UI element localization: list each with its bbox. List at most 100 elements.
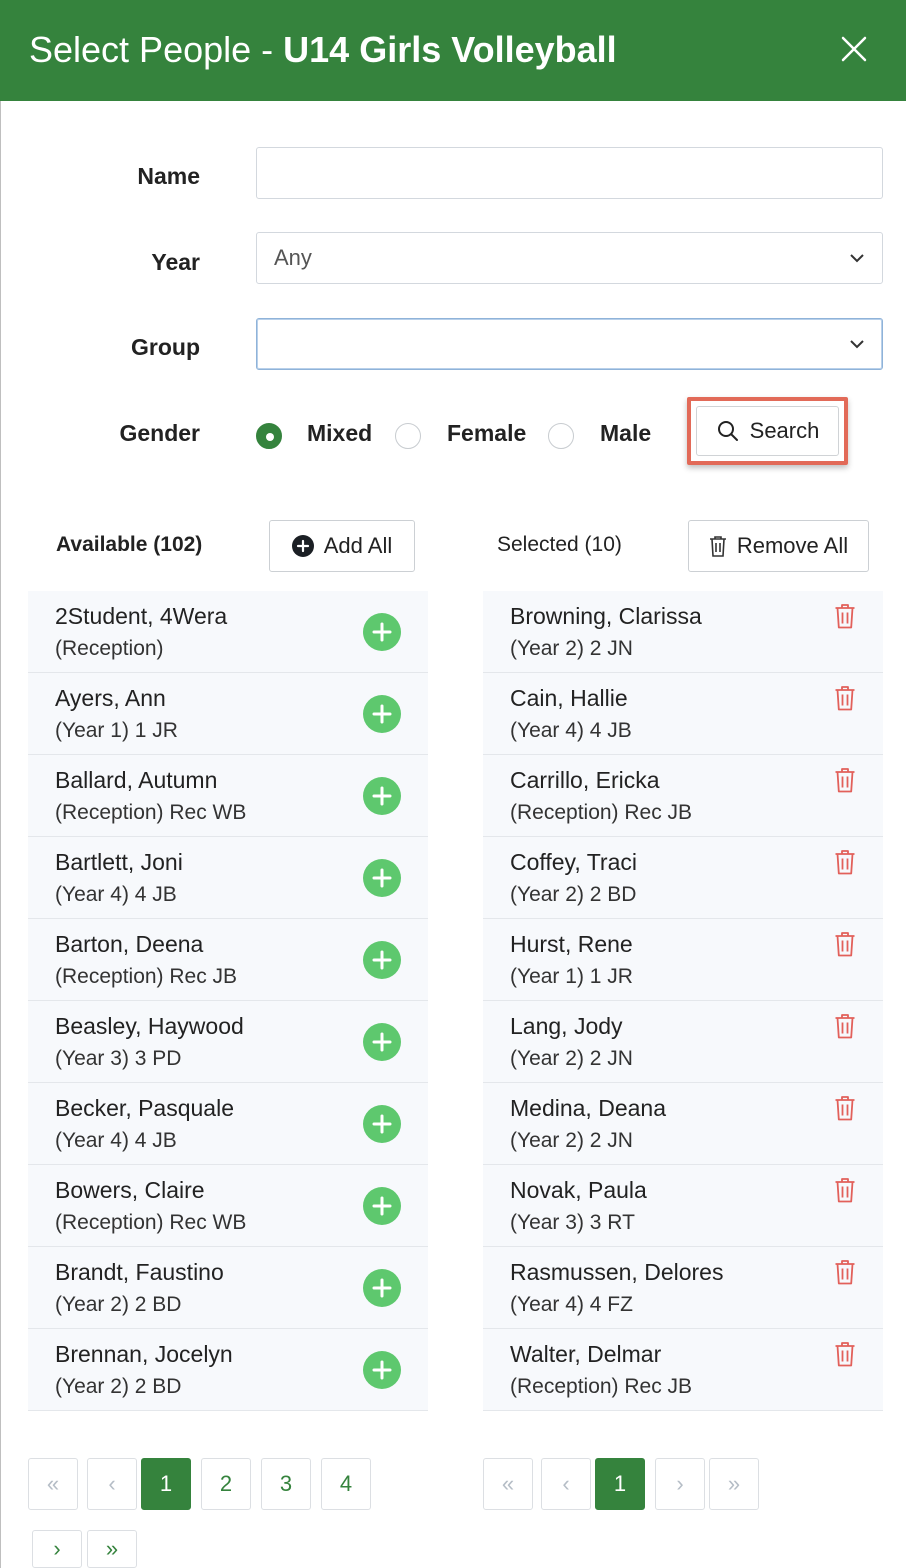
person-class: (Year 3) 3 PD — [55, 1047, 182, 1070]
trash-icon[interactable] — [834, 1095, 856, 1121]
remove-all-label: Remove All — [736, 533, 849, 558]
trash-icon[interactable] — [834, 603, 856, 629]
person-class: (Year 4) 4 FZ — [510, 1293, 633, 1316]
gender-label-male[interactable]: Male — [600, 420, 651, 447]
pager-page-button[interactable]: 4 — [321, 1458, 371, 1510]
trash-icon[interactable] — [834, 1177, 856, 1203]
list-item: Bartlett, Joni (Year 4) 4 JB — [28, 837, 428, 919]
list-item: Ayers, Ann (Year 1) 1 JR — [28, 673, 428, 755]
pager-last-button[interactable]: » — [87, 1530, 137, 1568]
pager-next-button[interactable]: › — [655, 1458, 705, 1510]
person-class: (Year 3) 3 RT — [510, 1211, 635, 1234]
person-class: (Year 2) 2 JN — [510, 1129, 633, 1152]
plus-circle-icon — [291, 535, 314, 557]
person-name: Rasmussen, Delores — [510, 1259, 724, 1285]
add-person-icon[interactable] — [363, 859, 401, 897]
person-name: Medina, Deana — [510, 1095, 666, 1121]
add-person-icon[interactable] — [363, 941, 401, 979]
person-name: Bartlett, Joni — [55, 849, 183, 875]
person-name: Novak, Paula — [510, 1177, 647, 1203]
person-name: Hurst, Rene — [510, 931, 633, 957]
pager-last-button[interactable]: » — [709, 1458, 759, 1510]
pager-page-button[interactable]: 3 — [261, 1458, 311, 1510]
gender-radio-mixed[interactable] — [256, 423, 282, 449]
person-class: (Year 1) 1 JR — [510, 965, 633, 988]
list-item: Bowers, Claire (Reception) Rec WB — [28, 1165, 428, 1247]
year-select-value: Any — [274, 245, 312, 270]
available-list: 2Student, 4Wera (Reception) Ayers, Ann (Yea… — [28, 591, 428, 1411]
person-class: (Reception) Rec WB — [55, 1211, 247, 1234]
search-icon — [717, 421, 738, 441]
pager-prev-button[interactable]: ‹ — [87, 1458, 137, 1510]
list-item: Ballard, Autumn (Reception) Rec WB — [28, 755, 428, 837]
dialog-title-prefix: Select People - — [29, 29, 284, 70]
trash-icon[interactable] — [834, 1259, 856, 1285]
add-person-icon[interactable] — [363, 695, 401, 733]
list-item: Hurst, Rene (Year 1) 1 JR — [483, 919, 883, 1001]
available-heading: Available (102) — [56, 533, 203, 556]
selected-list: Browning, Clarissa (Year 2) 2 JN Cain, Hal… — [483, 591, 883, 1411]
list-item: Barton, Deena (Reception) Rec JB — [28, 919, 428, 1001]
person-name: Walter, Delmar — [510, 1341, 662, 1367]
add-person-icon[interactable] — [363, 777, 401, 815]
pager-first-button[interactable]: « — [28, 1458, 78, 1510]
add-person-icon[interactable] — [363, 613, 401, 651]
person-class: (Reception) Rec JB — [55, 965, 238, 988]
person-class: (Year 1) 1 JR — [55, 719, 178, 742]
trash-icon[interactable] — [834, 931, 856, 957]
add-person-icon[interactable] — [363, 1023, 401, 1061]
person-class: (Year 2) 2 JN — [510, 1047, 633, 1070]
chevron-down-icon — [850, 254, 864, 263]
person-class: (Year 4) 4 JB — [55, 883, 177, 906]
trash-icon[interactable] — [834, 1013, 856, 1039]
person-name: Ballard, Autumn — [55, 767, 218, 793]
add-person-icon[interactable] — [363, 1187, 401, 1225]
trash-icon[interactable] — [834, 685, 856, 711]
person-class: (Year 2) 2 JN — [510, 637, 633, 660]
group-select[interactable] — [256, 318, 883, 370]
trash-icon[interactable] — [834, 1341, 856, 1367]
person-class: (Reception) Rec WB — [55, 801, 247, 824]
person-name: Browning, Clarissa — [510, 603, 702, 629]
list-item: Cain, Hallie (Year 4) 4 JB — [483, 673, 883, 755]
pager-page-button[interactable]: 2 — [201, 1458, 251, 1510]
list-item: Becker, Pasquale (Year 4) 4 JB — [28, 1083, 428, 1165]
add-all-button[interactable]: Add All — [269, 520, 415, 572]
person-name: Bowers, Claire — [55, 1177, 205, 1203]
person-name: Beasley, Haywood — [55, 1013, 244, 1039]
remove-all-button[interactable]: Remove All — [688, 520, 869, 572]
person-class: (Year 2) 2 BD — [510, 883, 637, 906]
add-person-icon[interactable] — [363, 1105, 401, 1143]
gender-radio-female[interactable] — [395, 423, 421, 449]
add-person-icon[interactable] — [363, 1269, 401, 1307]
name-input[interactable] — [256, 147, 883, 199]
gender-label-female[interactable]: Female — [447, 420, 526, 447]
pager-first-button[interactable]: « — [483, 1458, 533, 1510]
add-person-icon[interactable] — [363, 1351, 401, 1389]
person-name: Lang, Jody — [510, 1013, 623, 1039]
list-item: Lang, Jody (Year 2) 2 JN — [483, 1001, 883, 1083]
person-name: 2Student, 4Wera — [55, 603, 228, 629]
trash-icon[interactable] — [834, 767, 856, 793]
gender-radio-male[interactable] — [548, 423, 574, 449]
pager-next-button[interactable]: › — [32, 1530, 82, 1568]
list-item: Brandt, Faustino (Year 2) 2 BD — [28, 1247, 428, 1329]
gender-label-mixed[interactable]: Mixed — [307, 420, 372, 447]
person-name: Cain, Hallie — [510, 685, 628, 711]
pager-prev-button[interactable]: ‹ — [541, 1458, 591, 1510]
person-name: Barton, Deena — [55, 931, 204, 957]
add-all-label: Add All — [323, 533, 393, 558]
list-item: Beasley, Haywood (Year 3) 3 PD — [28, 1001, 428, 1083]
list-item: Novak, Paula (Year 3) 3 RT — [483, 1165, 883, 1247]
person-class: (Year 4) 4 JB — [55, 1129, 177, 1152]
dialog-title: Select People - U14 Girls Volleyball — [29, 27, 617, 73]
pager-page-button[interactable]: 1 — [595, 1458, 645, 1510]
dialog-title-team: U14 Girls Volleyball — [283, 29, 617, 70]
list-item: Coffey, Traci (Year 2) 2 BD — [483, 837, 883, 919]
year-select[interactable]: Any — [256, 232, 883, 284]
trash-icon[interactable] — [834, 849, 856, 875]
pager-page-button[interactable]: 1 — [141, 1458, 191, 1510]
search-button[interactable]: Search — [696, 406, 839, 456]
close-icon[interactable] — [838, 33, 870, 65]
gender-label: Gender — [119, 420, 200, 446]
